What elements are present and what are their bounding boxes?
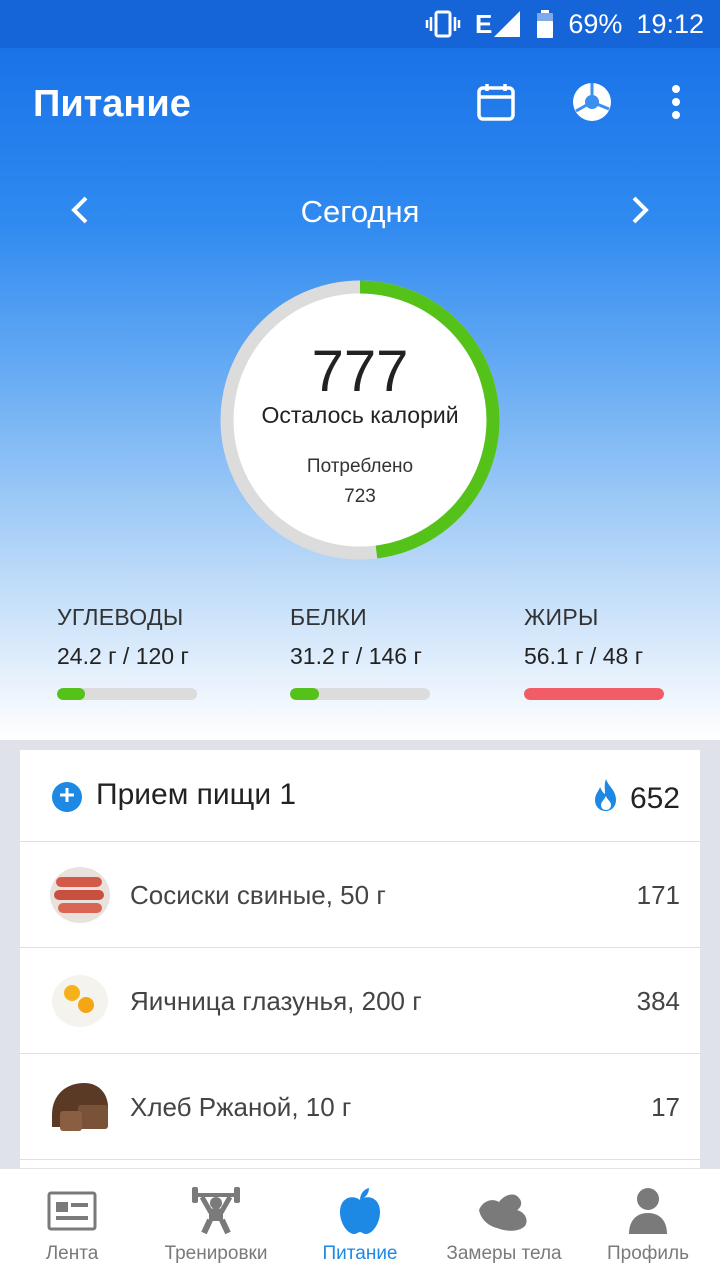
macro-amount: 31.2 г / 146 г [290,643,422,669]
food-row[interactable]: Сосиски свиные, 50 г 171 [20,842,700,948]
macro-progress-bar [290,688,430,700]
macro-amount: 56.1 г / 48 г [524,643,644,669]
network-type: E [475,8,493,39]
food-calories: 384 [636,986,680,1016]
nav-item-body-measurements[interactable]: Замеры тела [432,1169,576,1280]
food-calories: 17 [651,1092,680,1122]
bottom-navigation: Лента Тренировки Питание Замеры тела Про… [0,1168,720,1280]
battery-percent: 69% [568,8,623,39]
macro-progress-bar [524,688,664,700]
nav-label: Профиль [606,1243,690,1264]
food-name: Сосиски свиные, 50 г [130,880,386,910]
calories-consumed: 723 [344,486,376,507]
apple-icon [332,1185,388,1237]
macro-protein: БЕЛКИ 31.2 г / 146 г [290,604,470,700]
battery-icon [536,9,554,39]
bicep-icon [476,1185,532,1237]
more-vert-icon [670,84,682,125]
macro-name: УГЛЕВОДЫ [57,604,184,630]
nav-label: Лента [45,1243,99,1264]
signal-icon: E [475,9,522,40]
flame-icon [592,778,620,820]
rye-bread-image [48,1077,112,1137]
macro-progress-fill [290,688,320,700]
meal-card: Прием пищи 1 652 Сосиски свиные, 50 г 17… [20,750,700,1190]
nav-item-nutrition[interactable]: Питание [288,1169,432,1280]
calories-remaining-label: Осталось калорий [261,402,459,428]
macro-carbs: УГЛЕВОДЫ 24.2 г / 120 г [57,604,237,700]
plus-circle-icon [58,786,76,809]
nav-label: Замеры тела [446,1243,562,1264]
add-food-button[interactable] [52,782,82,812]
meal-calories: 652 [592,778,680,820]
more-options-button[interactable] [650,78,702,130]
macro-progress-bar [57,688,197,700]
date-label: Сегодня [300,194,420,229]
chevron-right-icon [628,194,652,231]
macro-amount: 24.2 г / 120 г [57,643,189,669]
food-name: Хлеб Ржаной, 10 г [130,1092,352,1122]
nav-label: Питание [322,1243,398,1264]
calendar-icon [476,82,516,127]
fried-eggs-image [48,971,112,1031]
food-row[interactable]: Яичница глазунья, 200 г 384 [20,948,700,1054]
food-calories: 171 [636,880,680,910]
next-day-button[interactable] [616,188,664,236]
food-row[interactable]: Хлеб Ржаной, 10 г 17 [20,1054,700,1160]
meal-calories-value: 652 [629,782,680,815]
nav-label: Тренировки [164,1243,268,1264]
chevron-left-icon [68,194,92,231]
vibrate-icon [425,9,461,39]
stats-button[interactable] [566,78,618,130]
macro-progress-fill [57,688,85,700]
prev-day-button[interactable] [56,188,104,236]
meal-title: Прием пищи 1 [96,778,297,811]
status-bar: E 69% 19:12 [0,0,720,48]
calorie-ring[interactable]: 777 Осталось калорий Потреблено 723 [220,280,500,560]
feed-icon [44,1185,100,1237]
sausages-image [48,865,112,925]
macro-name: БЕЛКИ [290,604,367,630]
macro-fat: ЖИРЫ 56.1 г / 48 г [524,604,704,700]
profile-icon [620,1185,676,1237]
workout-icon [188,1185,244,1237]
macro-progress-fill [524,688,664,700]
calendar-button[interactable] [470,78,522,130]
date-navigator: Сегодня [0,180,720,244]
meal-header[interactable]: Прием пищи 1 652 [20,750,700,842]
macro-name: ЖИРЫ [524,604,599,630]
nav-item-profile[interactable]: Профиль [576,1169,720,1280]
food-name: Яичница глазунья, 200 г [130,986,422,1016]
nav-item-workouts[interactable]: Тренировки [144,1169,288,1280]
clock: 19:12 [636,8,704,39]
nav-item-feed[interactable]: Лента [0,1169,144,1280]
calories-consumed-label: Потреблено [306,456,414,477]
pie-chart-icon [571,81,613,128]
calories-remaining: 777 [311,339,409,404]
